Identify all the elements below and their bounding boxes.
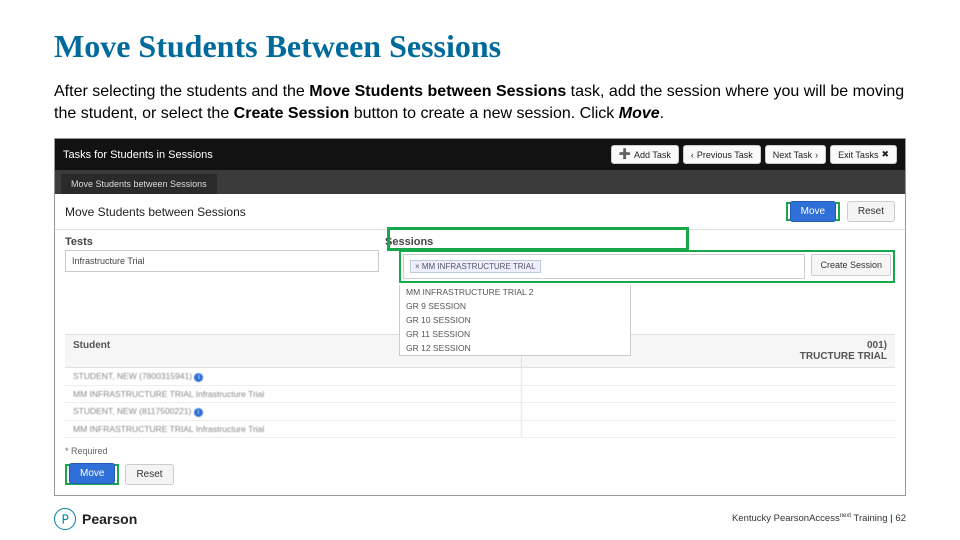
move-button-bottom[interactable]: Move [69, 463, 115, 484]
section-header: Move Students between Sessions Move Rese… [55, 194, 905, 230]
slide-footer: Pearson Kentucky PearsonAccessnext Train… [54, 508, 906, 530]
reset-button-bottom[interactable]: Reset [125, 464, 173, 485]
tasks-header-label: Tasks for Students in Sessions [63, 149, 213, 161]
exit-tasks-button[interactable]: Exit Tasks✖ [830, 145, 897, 164]
chevron-right-icon: › [815, 150, 818, 160]
intro-paragraph: After selecting the students and the Mov… [54, 81, 906, 124]
table-row: MM INFRASTRUCTURE TRIAL Infrastructure T… [65, 386, 895, 403]
tab-strip: Move Students between Sessions [55, 170, 905, 194]
pearson-logo: Pearson [54, 508, 137, 530]
add-task-button[interactable]: ➕Add Task [611, 145, 679, 164]
section-title: Move Students between Sessions [65, 205, 246, 219]
field-labels-row: Tests Sessions [55, 230, 905, 250]
reset-button-top[interactable]: Reset [847, 201, 895, 222]
sessions-label: Sessions [385, 236, 895, 248]
dropdown-option[interactable]: GR 9 SESSION [400, 299, 630, 313]
move-button-top[interactable]: Move [790, 201, 836, 222]
session-tag[interactable]: × MM INFRASTRUCTURE TRIAL [410, 260, 541, 273]
dropdown-option[interactable]: MM INFRASTRUCTURE TRIAL 2 [400, 285, 630, 299]
info-icon[interactable]: i [194, 373, 203, 382]
info-icon[interactable]: i [194, 408, 203, 417]
screenshot-panel: Tasks for Students in Sessions ➕Add Task… [54, 138, 906, 496]
required-note: * Required [55, 438, 905, 464]
table-row: MM INFRASTRUCTURE TRIAL Infrastructure T… [65, 421, 895, 438]
previous-task-button[interactable]: ‹Previous Task [683, 145, 761, 164]
tests-dropdown[interactable]: Infrastructure Trial [65, 250, 379, 272]
sessions-dropdown-list[interactable]: MM INFRASTRUCTURE TRIAL 2 GR 9 SESSION G… [399, 285, 631, 356]
chevron-left-icon: ‹ [691, 150, 694, 160]
create-session-button[interactable]: Create Session [811, 254, 891, 276]
field-inputs-row: Infrastructure Trial × MM INFRASTRUCTURE… [55, 250, 905, 364]
dropdown-option[interactable]: GR 10 SESSION [400, 313, 630, 327]
pearson-logo-icon [54, 508, 76, 530]
pearson-logo-text: Pearson [82, 511, 137, 527]
footer-right: Kentucky PearsonAccessnext Training | 62 [732, 513, 906, 524]
bottom-buttons: Move Reset [55, 464, 905, 495]
tests-label: Tests [65, 236, 385, 248]
close-icon: ✖ [881, 149, 889, 160]
next-task-button[interactable]: Next Task› [765, 145, 826, 164]
tab-move-students[interactable]: Move Students between Sessions [61, 174, 217, 194]
dropdown-option[interactable]: GR 12 SESSION [400, 341, 630, 355]
tasks-header-bar: Tasks for Students in Sessions ➕Add Task… [55, 139, 905, 170]
table-row: STUDENT, NEW (7800315941) i [65, 368, 895, 386]
table-row: STUDENT, NEW (8117500221) i [65, 403, 895, 421]
slide-title: Move Students Between Sessions [54, 28, 906, 65]
dropdown-option[interactable]: GR 11 SESSION [400, 327, 630, 341]
sessions-input[interactable]: × MM INFRASTRUCTURE TRIAL [403, 254, 805, 279]
